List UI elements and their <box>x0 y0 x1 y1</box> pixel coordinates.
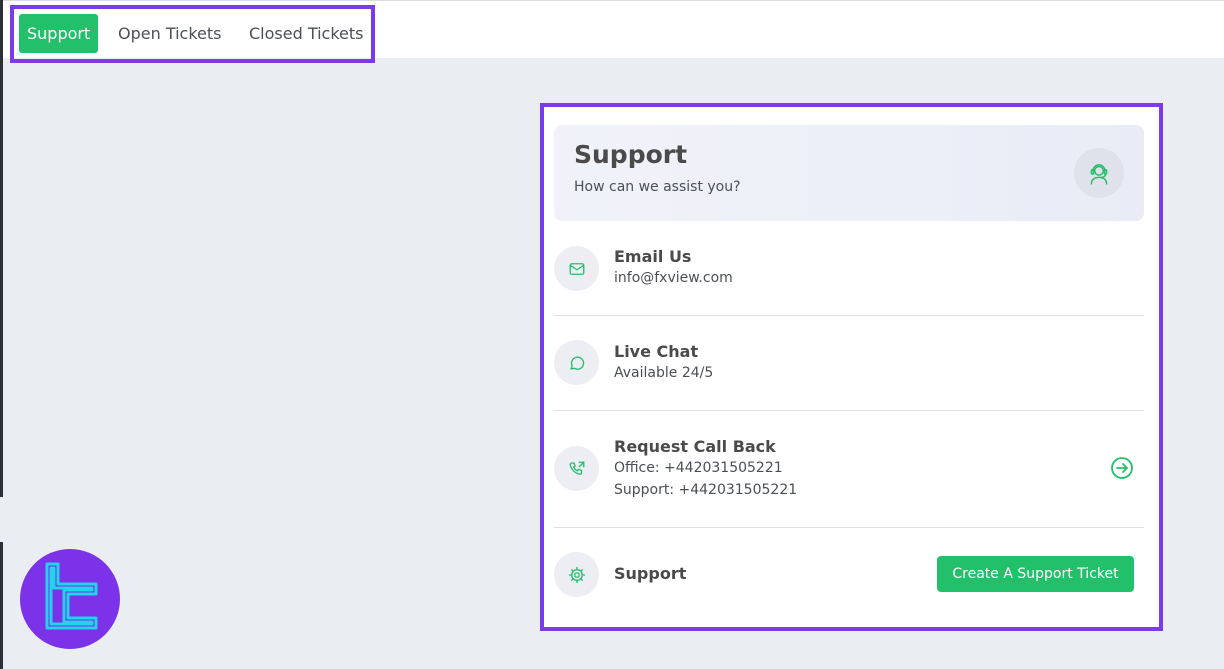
callback-office-number: Office: +442031505221 <box>614 460 783 476</box>
divider <box>554 527 1144 528</box>
divider <box>554 315 1144 316</box>
arrow-right-circle-icon[interactable] <box>1110 456 1134 480</box>
tab-closed-tickets[interactable]: Closed Tickets <box>249 14 364 53</box>
create-support-ticket-button[interactable]: Create A Support Ticket <box>937 556 1134 592</box>
tab-open-tickets[interactable]: Open Tickets <box>118 14 222 53</box>
divider <box>554 410 1144 411</box>
tab-support[interactable]: Support <box>19 14 99 53</box>
page-subtitle: How can we assist you? <box>574 179 741 195</box>
email-title: Email Us <box>614 247 692 266</box>
email-address[interactable]: info@fxview.com <box>614 270 733 286</box>
mail-icon <box>554 246 599 291</box>
chat-bubble-icon <box>554 340 599 385</box>
window-edge <box>0 542 3 669</box>
support-ticket-title: Support <box>614 564 687 583</box>
live-chat-availability: Available 24/5 <box>614 365 714 381</box>
callback-title: Request Call Back <box>614 437 776 456</box>
gear-icon <box>554 552 599 597</box>
window-edge <box>0 0 3 497</box>
support-agent-icon <box>1074 148 1124 198</box>
live-chat-title[interactable]: Live Chat <box>614 342 698 361</box>
callback-support-number: Support: +442031505221 <box>614 482 798 498</box>
page-title: Support <box>574 140 688 169</box>
phone-callback-icon <box>554 446 599 491</box>
brand-logo <box>20 549 120 649</box>
